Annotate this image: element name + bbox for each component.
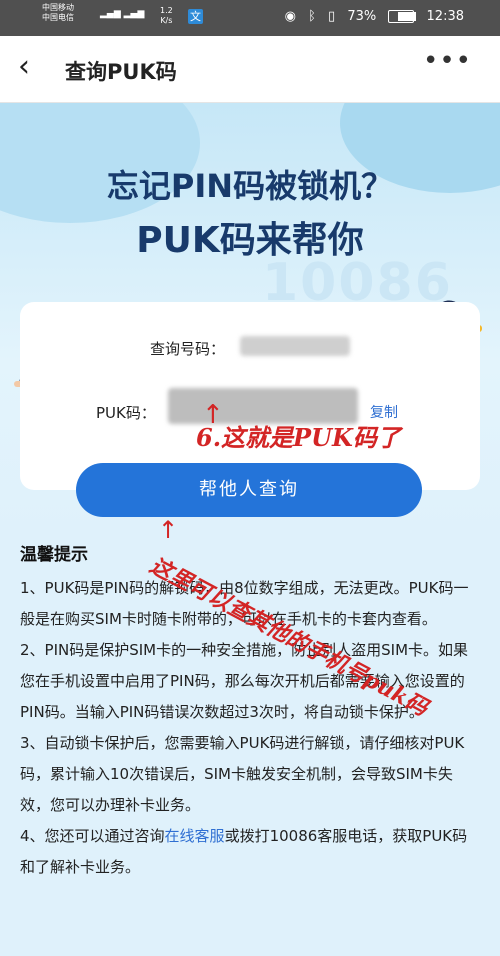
tip4-prefix: 4、您还可以通过咨询 bbox=[20, 827, 165, 845]
query-for-others-button[interactable]: 帮他人查询 bbox=[76, 463, 422, 517]
speed-unit: K/s bbox=[160, 16, 173, 25]
vibrate-icon: ▯ bbox=[328, 9, 336, 24]
puk-label: PUK码： bbox=[96, 404, 156, 422]
status-bar: 中国移动 中国电信 ▂▄▆ ▂▄▆ 1.2 K/s 文 ◉ ᛒ ▯ 73% 12… bbox=[0, 0, 500, 36]
headline-line1: 忘记PIN码被锁机？ bbox=[106, 167, 394, 205]
masked-phone-number bbox=[240, 336, 350, 356]
carrier-2: 中国电信 bbox=[42, 13, 74, 22]
app-notification-icon: 文 bbox=[188, 9, 203, 24]
more-icon[interactable]: ••• bbox=[423, 46, 472, 76]
battery-percent: 73% bbox=[347, 9, 377, 24]
headline-line2: PUK码来帮你 bbox=[136, 220, 364, 261]
nav-bar: ‹ 查询PUK码 ••• bbox=[0, 36, 500, 103]
signal-icon: ▂▄▆ ▂▄▆ bbox=[100, 9, 145, 19]
carrier-1: 中国移动 bbox=[42, 3, 74, 12]
eye-icon: ◉ bbox=[284, 9, 296, 24]
carrier-info: 中国移动 中国电信 bbox=[42, 3, 74, 23]
tip-item: 4、您还可以通过咨询在线客服或拨打10086客服电话，获取PUK码和了解补卡业务… bbox=[20, 821, 480, 883]
query-number-label: 查询号码： bbox=[150, 340, 226, 358]
battery-icon bbox=[388, 10, 416, 23]
annotation-puk: 6.这就是PUK码了 bbox=[196, 423, 401, 452]
back-icon[interactable]: ‹ bbox=[18, 52, 30, 82]
status-right: ◉ ᛒ ▯ 73% 12:38 bbox=[277, 9, 464, 24]
online-service-link[interactable]: 在线客服 bbox=[165, 827, 225, 845]
network-speed: 1.2 K/s bbox=[160, 6, 173, 26]
clock: 12:38 bbox=[426, 9, 464, 24]
page-title: 查询PUK码 bbox=[65, 60, 177, 84]
tip-item: 3、自动锁卡保护后，您需要输入PUK码进行解锁，请仔细核对PUK码，累计输入10… bbox=[20, 734, 465, 814]
bluetooth-icon: ᛒ bbox=[308, 9, 316, 24]
tips-title: 温馨提示 bbox=[20, 545, 88, 565]
annotation-arrow-icon: ↑ bbox=[158, 516, 179, 544]
speed-value: 1.2 bbox=[160, 6, 173, 15]
